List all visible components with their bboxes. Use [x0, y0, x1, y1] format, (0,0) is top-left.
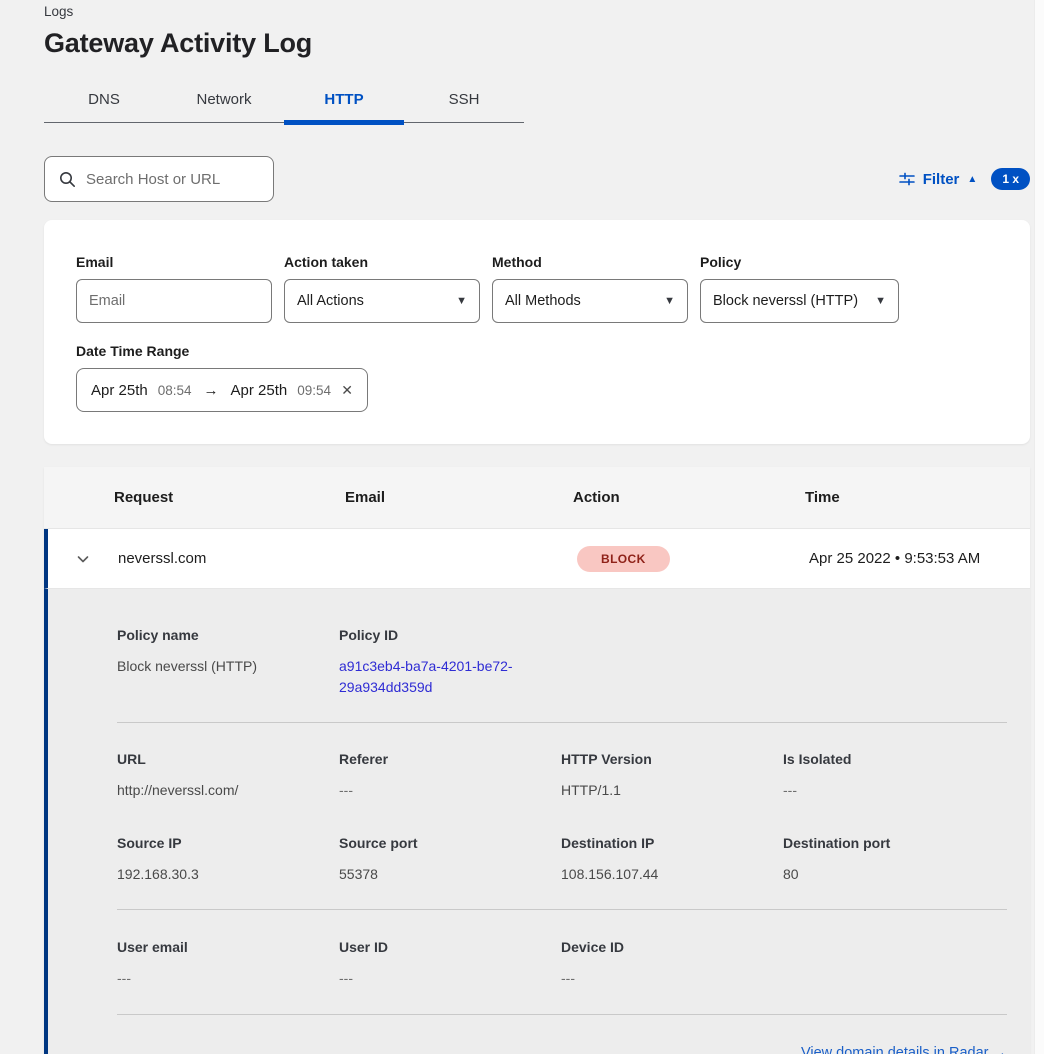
action-taken-filter: Action taken All Actions ▼ — [284, 254, 480, 323]
user-email-value: --- — [117, 968, 339, 989]
tab-http[interactable]: HTTP — [284, 81, 404, 122]
tab-dns[interactable]: DNS — [44, 81, 164, 122]
end-date: Apr 25th — [231, 382, 288, 399]
policy-value: Block neverssl (HTTP) — [713, 293, 858, 309]
filter-label: Filter — [923, 171, 960, 188]
page-header: Logs Gateway Activity Log — [0, 0, 1044, 59]
action-taken-label: Action taken — [284, 254, 480, 270]
start-date: Apr 25th — [91, 382, 148, 399]
row-request: neverssl.com — [118, 550, 349, 567]
table-header: Request Email Action Time — [44, 467, 1030, 529]
destination-port-label: Destination port — [783, 835, 1005, 851]
user-email-label: User email — [117, 939, 339, 955]
tab-network[interactable]: Network — [164, 81, 284, 122]
row-details: Policy name Block neverssl (HTTP) Policy… — [44, 589, 1030, 1054]
referer-value: --- — [339, 780, 561, 801]
policy-name-label: Policy name — [117, 627, 339, 643]
method-label: Method — [492, 254, 688, 270]
policy-name-value: Block neverssl (HTTP) — [117, 656, 339, 677]
policy-section: Policy name Block neverssl (HTTP) Policy… — [117, 627, 1007, 698]
end-time: 09:54 — [297, 383, 331, 398]
log-table: Request Email Action Time neverssl.com B… — [44, 467, 1030, 1054]
col-email: Email — [345, 489, 573, 506]
action-taken-value: All Actions — [297, 293, 364, 309]
filter-toggle[interactable]: Filter ▲ 1 x — [899, 168, 1030, 190]
policy-filter: Policy Block neverssl (HTTP) ▼ — [700, 254, 899, 323]
arrow-right-icon: → — [202, 382, 221, 399]
source-ip-value: 192.168.30.3 — [117, 864, 339, 885]
breadcrumb: Logs — [44, 4, 1044, 19]
collapse-row-chevron-icon[interactable] — [48, 551, 118, 567]
tab-ssh[interactable]: SSH — [404, 81, 524, 122]
tab-bar: DNS Network HTTP SSH — [44, 81, 524, 123]
scrollbar[interactable] — [1034, 0, 1044, 1054]
filter-panel: Email Action taken All Actions ▼ Method … — [44, 220, 1030, 444]
method-select[interactable]: All Methods ▼ — [492, 279, 688, 323]
col-time: Time — [805, 489, 1030, 506]
source-port-value: 55378 — [339, 864, 561, 885]
col-action: Action — [573, 489, 805, 506]
is-isolated-label: Is Isolated — [783, 751, 1005, 767]
user-section: User email --- User ID --- Device ID --- — [117, 939, 1007, 989]
user-id-value: --- — [339, 968, 561, 989]
policy-select[interactable]: Block neverssl (HTTP) ▼ — [700, 279, 899, 323]
filter-icon — [899, 171, 915, 187]
http-version-value: HTTP/1.1 — [561, 780, 783, 801]
destination-ip-label: Destination IP — [561, 835, 783, 851]
source-port-label: Source port — [339, 835, 561, 851]
chevron-down-icon: ▼ — [456, 295, 467, 307]
chevron-down-icon: ▼ — [664, 295, 675, 307]
device-id-value: --- — [561, 968, 783, 989]
policy-id-link[interactable]: a91c3eb4-ba7a-4201-be72-29a934dd359d — [339, 656, 539, 698]
method-filter: Method All Methods ▼ — [492, 254, 688, 323]
block-status-badge: BLOCK — [577, 546, 670, 572]
page-title: Gateway Activity Log — [44, 28, 1044, 59]
radar-details-link[interactable]: View domain details in Radar → — [801, 1045, 1007, 1054]
date-range-filter: Date Time Range Apr 25th 08:54 → Apr 25t… — [76, 343, 998, 412]
policy-label: Policy — [700, 254, 899, 270]
row-time: Apr 25 2022 • 9:53:53 AM — [809, 550, 1030, 567]
method-value: All Methods — [505, 293, 581, 309]
email-filter-label: Email — [76, 254, 272, 270]
email-filter-input[interactable] — [89, 293, 259, 309]
start-time: 08:54 — [158, 383, 192, 398]
is-isolated-value: --- — [783, 780, 1005, 801]
clear-date-icon[interactable]: ✕ — [341, 382, 353, 399]
col-request: Request — [114, 489, 345, 506]
search-icon — [59, 171, 76, 188]
policy-id-label: Policy ID — [339, 627, 561, 643]
search-input[interactable] — [86, 171, 259, 188]
toolbar: Filter ▲ 1 x — [44, 156, 1030, 202]
filter-count-badge[interactable]: 1 x — [991, 168, 1030, 190]
search-box[interactable] — [44, 156, 274, 202]
http-version-label: HTTP Version — [561, 751, 783, 767]
url-label: URL — [117, 751, 339, 767]
destination-ip-value: 108.156.107.44 — [561, 864, 783, 885]
device-id-label: Device ID — [561, 939, 783, 955]
chevron-up-icon: ▲ — [967, 174, 977, 185]
request-section: URL http://neverssl.com/ Referer --- HTT… — [117, 751, 1007, 885]
email-filter: Email — [76, 254, 272, 323]
destination-port-value: 80 — [783, 864, 1005, 885]
action-taken-select[interactable]: All Actions ▼ — [284, 279, 480, 323]
referer-label: Referer — [339, 751, 561, 767]
source-ip-label: Source IP — [117, 835, 339, 851]
chevron-down-icon: ▼ — [875, 295, 886, 307]
url-value: http://neverssl.com/ — [117, 780, 339, 801]
table-row[interactable]: neverssl.com BLOCK Apr 25 2022 • 9:53:53… — [44, 529, 1030, 589]
date-range-picker[interactable]: Apr 25th 08:54 → Apr 25th 09:54 ✕ — [76, 368, 368, 412]
date-range-label: Date Time Range — [76, 343, 998, 359]
divider — [117, 909, 1007, 910]
divider — [117, 722, 1007, 723]
user-id-label: User ID — [339, 939, 561, 955]
